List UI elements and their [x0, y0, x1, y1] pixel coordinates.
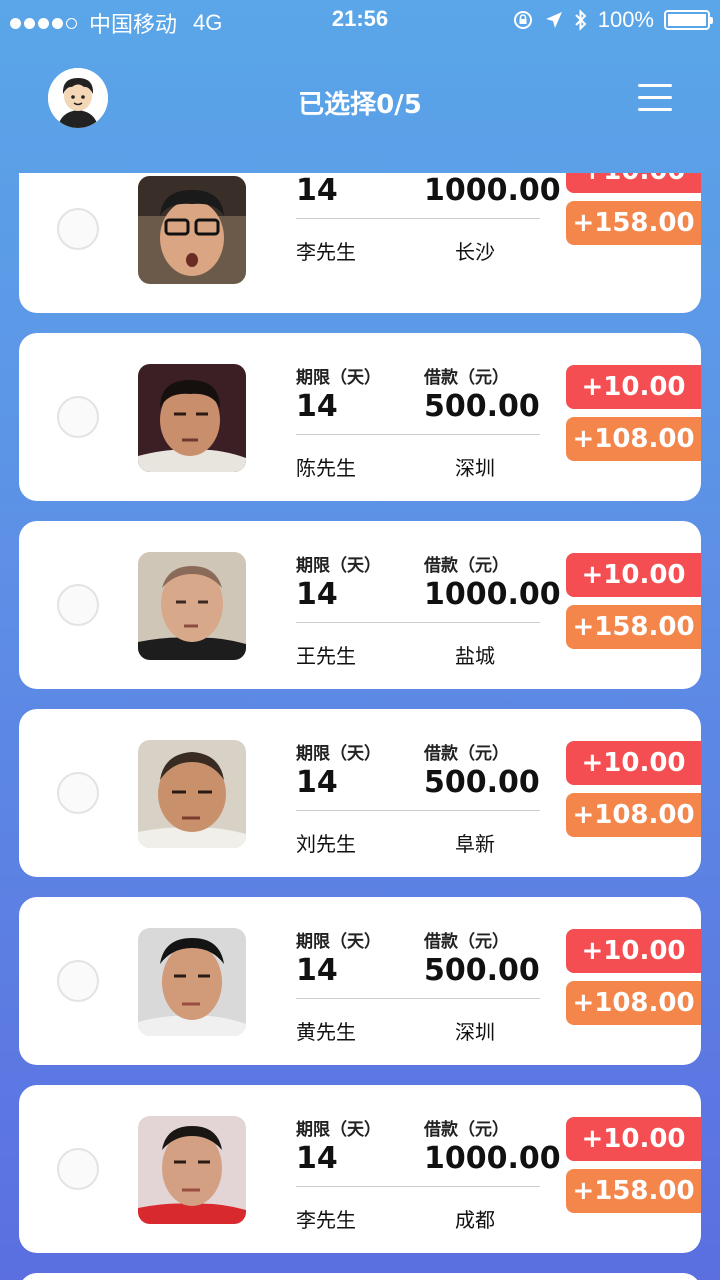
select-radio[interactable]	[57, 584, 99, 626]
borrower-photo	[138, 552, 246, 660]
loan-list[interactable]: 期限（天） 借款（元） 14 1000.00 李先生 长沙 +10.00 +15…	[0, 173, 720, 1280]
divider	[296, 1186, 540, 1187]
loan-amount: 1000.00	[424, 173, 561, 208]
fee-tag-secondary[interactable]: +158.00	[566, 201, 701, 245]
borrower-name: 王先生	[296, 644, 356, 668]
loan-amount: 500.00	[424, 953, 540, 988]
menu-button[interactable]	[638, 84, 674, 114]
fee-tag-primary[interactable]: +10.00	[566, 173, 701, 193]
divider	[296, 998, 540, 999]
loan-card[interactable]: 期限（天） 借款（元） 14 1000.00 李先生 长沙 +10.00 +15…	[19, 173, 701, 313]
select-radio[interactable]	[57, 960, 99, 1002]
borrower-city: 阜新	[455, 832, 495, 856]
location-icon	[545, 12, 562, 28]
battery-icon	[664, 10, 713, 30]
loan-card[interactable]: 期限（天） 借款（元） 14 1000.00 李先生 成都 +10.00 +15…	[19, 1085, 701, 1253]
borrower-photo	[138, 928, 246, 1036]
bluetooth-icon	[575, 9, 587, 31]
loan-label: 借款（元）	[424, 368, 509, 388]
borrower-photo	[138, 1116, 246, 1224]
borrower-city: 深圳	[455, 1020, 495, 1044]
fee-tag-secondary[interactable]: +108.00	[566, 793, 701, 837]
term-label: 期限（天）	[296, 1120, 381, 1140]
term-value: 14	[296, 765, 338, 800]
divider	[296, 622, 540, 623]
loan-card[interactable]: 期限（天） 借款（元） 14 500.00 黄先生 深圳 +10.00 +108…	[19, 897, 701, 1065]
battery-percent: 100%	[597, 7, 654, 32]
loan-amount: 1000.00	[424, 1141, 561, 1176]
loan-label: 借款（元）	[424, 932, 509, 952]
borrower-name: 陈先生	[296, 456, 356, 480]
select-radio[interactable]	[57, 772, 99, 814]
borrower-name: 刘先生	[296, 832, 356, 856]
rotation-lock-icon	[513, 11, 532, 29]
select-radio[interactable]	[57, 396, 99, 438]
divider	[296, 434, 540, 435]
term-label: 期限（天）	[296, 932, 381, 952]
term-value: 14	[296, 953, 338, 988]
borrower-name: 黄先生	[296, 1020, 356, 1044]
loan-card[interactable]: 期限（天） 借款（元） 14 500.00 刘先生 阜新 +10.00 +108…	[19, 709, 701, 877]
borrower-photo	[138, 364, 246, 472]
divider	[296, 810, 540, 811]
term-value: 14	[296, 389, 338, 424]
fee-tag-primary[interactable]: +10.00	[566, 365, 701, 409]
term-label: 期限（天）	[296, 744, 381, 764]
loan-label: 借款（元）	[424, 1120, 509, 1140]
loan-label: 借款（元）	[424, 744, 509, 764]
fee-tag-secondary[interactable]: +108.00	[566, 417, 701, 461]
borrower-name: 李先生	[296, 240, 356, 264]
borrower-name: 李先生	[296, 1208, 356, 1232]
fee-tag-primary[interactable]: +10.00	[566, 929, 701, 973]
loan-amount: 500.00	[424, 389, 540, 424]
app-header: 已选择0/5	[0, 60, 720, 144]
fee-tag-primary[interactable]: +10.00	[566, 741, 701, 785]
loan-label: 借款（元）	[424, 556, 509, 576]
page-title: 已选择0/5	[298, 90, 422, 120]
borrower-city: 盐城	[455, 644, 495, 668]
borrower-photo	[138, 176, 246, 284]
borrower-city: 长沙	[455, 240, 495, 264]
fee-tag-secondary[interactable]: +158.00	[566, 1169, 701, 1213]
term-value: 14	[296, 577, 338, 612]
term-value: 14	[296, 1141, 338, 1176]
select-radio[interactable]	[57, 1148, 99, 1190]
loan-card[interactable]: 期限（天） 借款（元） 14 1000.00 王先生 盐城 +10.00 +15…	[19, 521, 701, 689]
loan-amount: 500.00	[424, 765, 540, 800]
fee-tag-secondary[interactable]: +158.00	[566, 605, 701, 649]
term-value: 14	[296, 173, 338, 208]
loan-amount: 1000.00	[424, 577, 561, 612]
status-bar: 中国移动 4G 21:56 100%	[0, 0, 720, 40]
fee-tag-primary[interactable]: +10.00	[566, 1117, 701, 1161]
term-label: 期限（天）	[296, 368, 381, 388]
borrower-photo	[138, 740, 246, 848]
borrower-city: 成都	[455, 1208, 495, 1232]
loan-card-partial[interactable]	[19, 1273, 701, 1280]
select-radio[interactable]	[57, 208, 99, 250]
fee-tag-secondary[interactable]: +108.00	[566, 981, 701, 1025]
loan-card[interactable]: 期限（天） 借款（元） 14 500.00 陈先生 深圳 +10.00 +108…	[19, 333, 701, 501]
borrower-city: 深圳	[455, 456, 495, 480]
term-label: 期限（天）	[296, 556, 381, 576]
fee-tag-primary[interactable]: +10.00	[566, 553, 701, 597]
status-right: 100%	[512, 7, 713, 33]
divider	[296, 218, 540, 219]
